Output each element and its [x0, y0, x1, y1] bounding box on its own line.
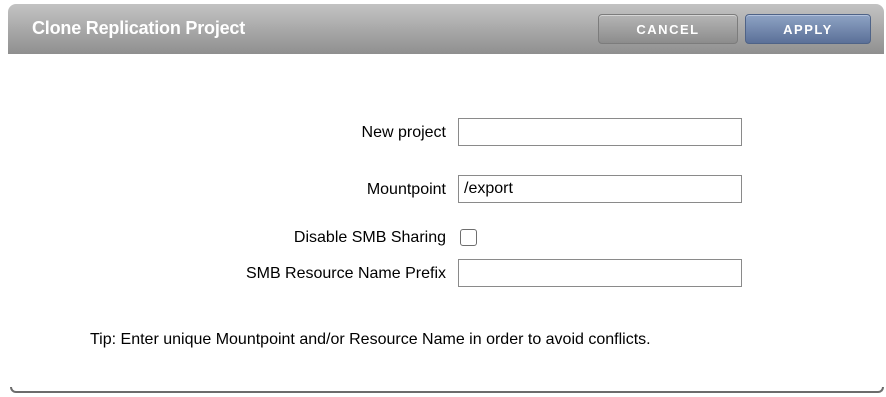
smb-prefix-input[interactable]: [458, 259, 742, 287]
apply-button[interactable]: APPLY: [745, 14, 871, 44]
dialog-title: Clone Replication Project: [32, 18, 246, 38]
dialog-titlebar: Clone Replication Project CANCEL APPLY: [8, 4, 884, 54]
mountpoint-label: Mountpoint: [366, 181, 446, 198]
new-project-input[interactable]: [458, 118, 742, 146]
clone-replication-dialog: Clone Replication Project CANCEL APPLY N…: [0, 0, 886, 397]
new-project-label: New project: [361, 124, 446, 141]
tip-text: Tip: Enter unique Mountpoint and/or Reso…: [90, 331, 651, 348]
disable-smb-label: Disable SMB Sharing: [293, 229, 446, 246]
disable-smb-checkbox[interactable]: [460, 229, 477, 246]
mountpoint-input[interactable]: [458, 175, 742, 203]
smb-prefix-label: SMB Resource Name Prefix: [245, 265, 446, 282]
cancel-button[interactable]: CANCEL: [598, 14, 738, 44]
dialog-bottom-border: [10, 387, 884, 393]
